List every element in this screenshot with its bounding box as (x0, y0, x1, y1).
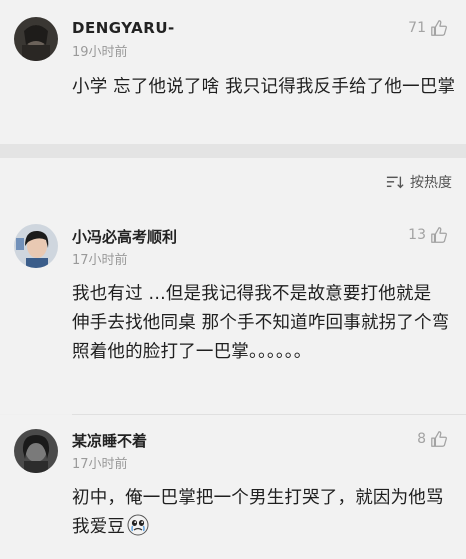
comment-text: 小学 忘了他说了啥 我只记得我反手给了他一巴掌 (72, 77, 456, 97)
like-count: 8 (417, 431, 426, 447)
avatar-image (14, 224, 58, 268)
username[interactable]: 某凉睡不着 (72, 430, 147, 451)
timestamp: 19小时前 (72, 45, 128, 60)
comment-card: 小冯必高考顺利 17小时前 13 我也有过 ...但是我记得我不是故意要打他就是… (0, 206, 466, 414)
user-avatar[interactable] (14, 17, 58, 61)
like-button[interactable]: 8 (417, 430, 448, 448)
comment-text: 我也有过 ...但是我记得我不是故意要打他就是 伸手去找他同桌 那个手不知道咋回… (72, 284, 450, 362)
user-avatar[interactable] (14, 429, 58, 473)
like-count: 71 (408, 20, 426, 36)
avatar-image (14, 429, 58, 473)
comment-card: DENGYARU- 19小时前 71 小学 忘了他说了啥 我只记得我反手给了他一… (0, 0, 466, 144)
thumbs-up-icon (431, 431, 447, 447)
sort-icon (386, 176, 404, 189)
comment-card: 某凉睡不着 17小时前 8 初中，俺一巴掌把一个男生打哭了，就因为他骂我爱豆 (0, 415, 466, 559)
avatar-image (14, 17, 58, 61)
section-divider (0, 144, 466, 158)
thumbs-up-icon (431, 227, 447, 243)
username[interactable]: 小冯必高考顺利 (72, 226, 177, 247)
timestamp: 17小时前 (72, 253, 128, 268)
user-avatar[interactable] (14, 224, 58, 268)
like-button[interactable]: 13 (408, 226, 448, 244)
sort-bar: 按热度 (0, 158, 466, 206)
like-count: 13 (408, 227, 426, 243)
sort-label: 按热度 (410, 175, 452, 191)
comment-text: 初中，俺一巴掌把一个男生打哭了，就因为他骂我爱豆 (72, 484, 458, 542)
username[interactable]: DENGYARU- (72, 19, 175, 37)
crying-face-emoji (127, 514, 149, 536)
like-button[interactable]: 71 (408, 19, 448, 37)
thumbs-up-icon (431, 20, 447, 36)
timestamp: 17小时前 (72, 457, 128, 472)
sort-by-hot-button[interactable]: 按热度 (386, 172, 452, 192)
